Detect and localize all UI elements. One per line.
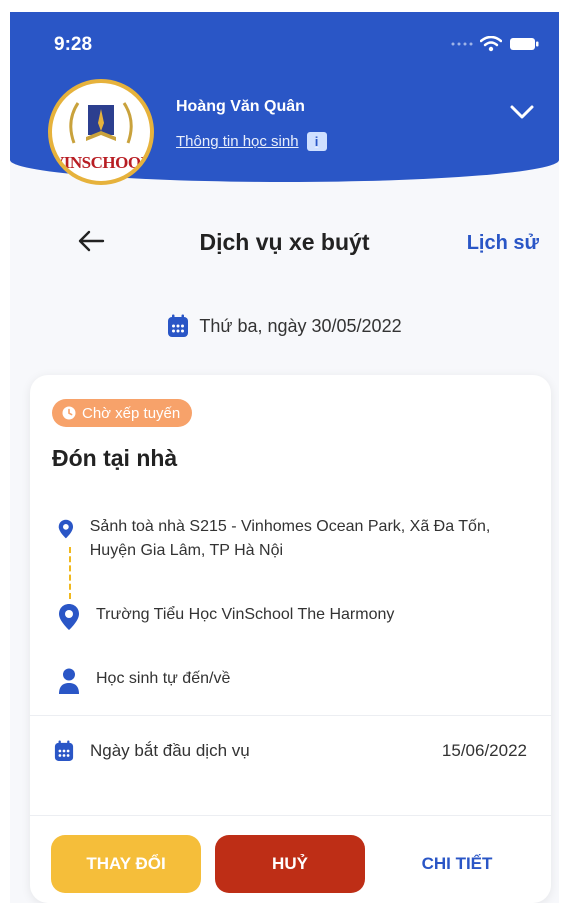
status-badge-text: Chờ xếp tuyến [82, 404, 181, 422]
calendar-icon [54, 740, 74, 761]
signal-icon [451, 42, 473, 46]
pickup-stop: Sảnh toà nhà S215 - Vinhomes Ocean Park,… [58, 515, 518, 563]
school-logo-avatar[interactable]: VINSCHOOL [48, 79, 154, 185]
divider [30, 715, 551, 716]
status-icons [451, 36, 539, 52]
cancel-button[interactable]: HUỶ [215, 835, 365, 893]
book-emblem-icon [69, 102, 133, 144]
divider [30, 815, 551, 816]
start-date-value: 15/06/2022 [441, 741, 527, 760]
location-pin-icon [58, 519, 74, 539]
transport-mode-text: Học sinh tự đến/về [96, 670, 231, 687]
destination-stop: Trường Tiểu Học VinSchool The Harmony [58, 603, 518, 631]
start-date-row: Ngày bắt đầu dịch vụ 15/06/2022 [54, 740, 527, 762]
person-icon [59, 668, 79, 694]
start-date-label: Ngày bắt đầu dịch vụ [90, 741, 250, 760]
battery-icon [510, 38, 539, 50]
status-badge: Chờ xếp tuyến [52, 399, 193, 427]
info-icon[interactable]: i [306, 132, 327, 151]
card-title: Đón tại nhà [52, 445, 178, 471]
detail-button[interactable]: CHI TIẾT [382, 835, 532, 893]
bus-service-card: Chờ xếp tuyến Đón tại nhà Sảnh toà nhà S… [30, 375, 551, 903]
route-line [69, 547, 71, 599]
nav-bar: Dịch vụ xe buýt Lịch sử [10, 217, 559, 267]
header: 9:28 VINSCHOOL Hoàng Văn Quân Thông tin … [10, 12, 559, 185]
wifi-icon [480, 36, 502, 52]
clock-icon [62, 406, 76, 420]
school-logo-text: VINSCHOOL [52, 153, 152, 172]
user-name: Hoàng Văn Quân [176, 98, 305, 115]
calendar-icon [168, 314, 189, 337]
change-button[interactable]: THAY ĐỔI [51, 835, 201, 893]
history-link[interactable]: Lịch sử [467, 232, 539, 255]
location-pin-icon [59, 604, 79, 630]
transport-mode: Học sinh tự đến/về [58, 667, 518, 695]
destination-address: Trường Tiểu Học VinSchool The Harmony [96, 606, 395, 623]
student-info-link[interactable]: Thông tin học sinh i [176, 132, 327, 151]
service-date-text: Thứ ba, ngày 30/05/2022 [199, 315, 402, 336]
pickup-address: Sảnh toà nhà S215 - Vinhomes Ocean Park,… [89, 518, 491, 559]
student-info-label: Thông tin học sinh [176, 133, 299, 150]
status-time: 9:28 [54, 34, 93, 55]
service-date: Thứ ba, ngày 30/05/2022 [10, 314, 559, 338]
chevron-down-icon[interactable] [509, 104, 535, 120]
phone-screen: 9:28 VINSCHOOL Hoàng Văn Quân Thông tin … [10, 12, 559, 903]
